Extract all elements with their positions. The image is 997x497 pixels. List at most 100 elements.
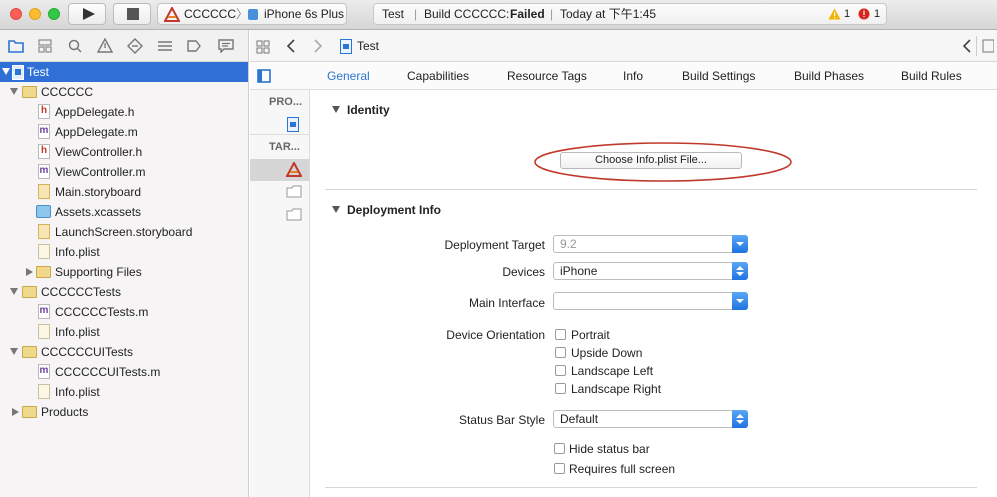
asset-catalog-icon [36,205,51,218]
collapse-identity-icon[interactable] [332,106,340,113]
scheme-selector[interactable]: CCCCCC 〉 iPhone 6s Plus [157,3,347,25]
tree-item-file[interactable]: m AppDelegate.m [0,122,248,142]
tree-item-label: ViewController.h [55,145,143,159]
related-items-icon[interactable] [256,40,270,54]
play-icon [83,8,95,20]
disclosure-triangle-icon[interactable] [12,408,19,416]
landscape-right-checkbox[interactable] [555,383,566,394]
activity-separator: | [414,7,418,21]
tree-item-file[interactable]: m CCCCCCTests.m [0,302,248,322]
xcode-project-icon [12,65,24,80]
source-file-icon: m [38,164,50,179]
tree-item-group[interactable]: Supporting Files [0,262,248,282]
test-navigator-icon[interactable] [127,38,143,54]
chevron-down-icon [732,292,748,310]
tree-item-file[interactable]: m CCCCCCUITests.m [0,362,248,382]
tree-item-file[interactable]: h ViewController.h [0,142,248,162]
selected-target-row[interactable] [250,159,309,181]
stop-button[interactable] [113,3,151,25]
upside-down-checkbox[interactable] [555,347,566,358]
scheme-project-name: CCCCCC [184,7,236,21]
close-window-button[interactable] [10,8,22,20]
error-icon[interactable] [858,8,870,20]
chevron-left-icon[interactable] [962,39,972,53]
tree-item-project[interactable]: Test [0,62,248,82]
ui-test-target-icon[interactable] [286,208,302,221]
landscape-left-checkbox[interactable] [555,365,566,376]
app-target-icon [164,7,180,22]
identity-section-title: Identity [347,103,390,117]
folder-icon [22,86,37,98]
breakpoint-navigator-icon[interactable] [187,38,201,54]
tree-item-file[interactable]: h AppDelegate.h [0,102,248,122]
collapse-deployment-icon[interactable] [332,206,340,213]
divider [976,36,977,56]
hide-targets-list-icon[interactable] [257,69,271,83]
requires-full-screen-label: Requires full screen [569,462,676,476]
disclosure-triangle-icon[interactable] [10,348,18,355]
tree-item-file[interactable]: Info.plist [0,322,248,342]
disclosure-triangle-icon[interactable] [26,268,33,276]
tab-info[interactable]: Info [623,69,643,83]
deployment-target-combobox[interactable]: 9.2 [553,235,748,253]
debug-navigator-icon[interactable] [157,40,173,52]
warning-icon[interactable] [828,8,841,20]
devices-value: iPhone [560,264,598,278]
main-interface-combobox[interactable] [553,292,748,310]
section-divider [325,189,977,190]
status-bar-style-popup[interactable]: Default [553,410,748,428]
jump-bar-file[interactable]: Test [357,39,379,53]
editor-tab-bar: General Capabilities Resource Tags Info … [250,62,997,90]
activity-status: Failed [510,7,545,21]
tree-item-group[interactable]: CCCCCCTests [0,282,248,302]
report-navigator-icon[interactable] [218,39,234,53]
deployment-target-label: Deployment Target [444,238,546,252]
devices-popup[interactable]: iPhone [553,262,748,280]
tree-item-label: CCCCCCUITests.m [55,365,161,379]
tree-item-label: LaunchScreen.storyboard [55,225,193,239]
tree-item-file[interactable]: Info.plist [0,382,248,402]
tree-item-file[interactable]: Main.storyboard [0,182,248,202]
tree-item-group[interactable]: CCCCCC [0,82,248,102]
tab-general[interactable]: General [327,69,370,83]
project-navigator-icon[interactable] [8,39,24,53]
scheme-device-name: iPhone 6s Plus [264,7,345,21]
folder-icon [22,286,37,298]
issue-navigator-icon[interactable] [97,38,113,53]
symbol-navigator-icon[interactable] [38,39,52,53]
chevron-right-icon[interactable] [313,39,323,53]
portrait-checkbox[interactable] [555,329,566,340]
tab-build-phases[interactable]: Build Phases [794,69,864,83]
iphone-simulator-icon [248,9,258,20]
upside-down-label: Upside Down [571,346,643,360]
project-file-icon[interactable] [287,117,299,132]
disclosure-triangle-icon[interactable] [2,68,10,75]
search-icon[interactable] [68,39,82,53]
test-target-icon[interactable] [286,185,302,198]
assistant-editor-icon[interactable] [982,39,994,53]
disclosure-triangle-icon[interactable] [10,288,18,295]
source-file-icon: m [38,364,50,379]
minimize-window-button[interactable] [29,8,41,20]
tab-build-settings[interactable]: Build Settings [682,69,755,83]
tree-item-file[interactable]: LaunchScreen.storyboard [0,222,248,242]
chevron-left-icon[interactable] [286,39,296,53]
project-file-icon [340,39,352,54]
disclosure-triangle-icon[interactable] [10,88,18,95]
tree-item-file[interactable]: Assets.xcassets [0,202,248,222]
zoom-window-button[interactable] [48,8,60,20]
error-count: 1 [874,8,881,20]
run-button[interactable] [68,3,106,25]
tab-build-rules[interactable]: Build Rules [901,69,962,83]
tree-item-group[interactable]: Products [0,402,248,422]
hide-status-bar-checkbox[interactable] [554,443,565,454]
tab-capabilities[interactable]: Capabilities [407,69,469,83]
updown-arrows-icon [732,410,748,428]
requires-full-screen-checkbox[interactable] [554,463,565,474]
header-file-icon: h [38,104,50,119]
targets-list: PRO... TAR... [250,90,310,497]
tree-item-file[interactable]: Info.plist [0,242,248,262]
tab-resource-tags[interactable]: Resource Tags [507,69,587,83]
tree-item-group[interactable]: CCCCCCUITests [0,342,248,362]
tree-item-file[interactable]: m ViewController.m [0,162,248,182]
